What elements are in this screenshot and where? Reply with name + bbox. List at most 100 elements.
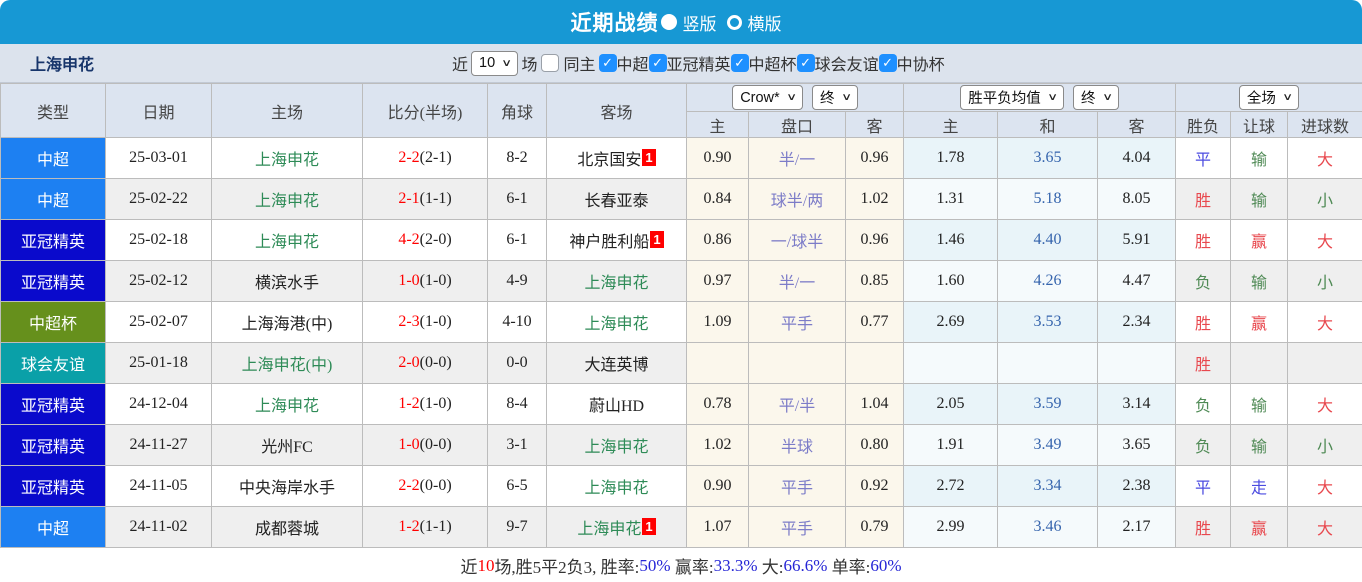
match-type-badge: 中超 [0, 137, 106, 179]
corner-score: 9-7 [487, 506, 547, 548]
col-header-corner: 角球 [487, 83, 547, 138]
odds-type-select[interactable]: 胜平负均值 ∨ [960, 85, 1065, 110]
view-mode-radio-group: 竖版 横版 [660, 10, 792, 35]
ah-away-odds: 0.80 [844, 424, 905, 466]
league-checkbox[interactable]: ✓ [598, 54, 617, 72]
match-type-badge: 中超 [0, 506, 106, 548]
league-checkbox[interactable]: ✓ [730, 54, 749, 72]
ah-home-odds: 1.02 [686, 424, 749, 466]
result-goals: 小 [1287, 424, 1362, 466]
result-wdl: 平 [1175, 137, 1232, 179]
result-wdl: 胜 [1175, 342, 1232, 384]
ah-away-odds: 1.02 [844, 178, 905, 220]
match-date: 24-11-02 [105, 506, 212, 548]
eu-draw-odds: 3.53 [997, 301, 1099, 343]
chevron-down-icon: ∨ [840, 92, 852, 103]
odds-time-select[interactable]: 终 ∨ [1073, 85, 1119, 110]
league-checkbox[interactable]: ✓ [796, 54, 815, 72]
eu-home-odds: 1.60 [903, 260, 999, 302]
table-row: 亚冠精英 25-02-18 上海申花 4-2(2-0) 6-1 神户胜利船 1 0… [0, 219, 1362, 261]
result-wdl: 胜 [1175, 219, 1232, 261]
result-wdl: 胜 [1175, 506, 1232, 548]
league-filter-1[interactable]: ✓ 亚冠精英 [648, 51, 731, 75]
same-home-checkbox[interactable] [540, 54, 559, 72]
result-goals [1287, 342, 1362, 384]
result-goals: 大 [1287, 383, 1362, 425]
eu-away-odds [1097, 342, 1177, 384]
away-team: 上海申花 [546, 424, 687, 466]
corner-score: 8-4 [487, 383, 547, 425]
result-handicap: 赢 [1230, 219, 1289, 261]
away-team: 北京国安 1 [546, 137, 687, 179]
eu-away-odds: 8.05 [1097, 178, 1177, 220]
league-filter-2[interactable]: ✓ 中超杯 [730, 51, 797, 75]
eu-away-odds: 2.17 [1097, 506, 1177, 548]
league-filter-0[interactable]: ✓ 中超 [598, 51, 649, 75]
result-handicap: 输 [1230, 137, 1289, 179]
league-label: 中协杯 [896, 57, 945, 74]
eu-draw-odds: 3.49 [997, 424, 1099, 466]
col-header-ah-home: 主 [686, 111, 749, 138]
ah-away-odds: 0.92 [844, 465, 905, 507]
ah-home-odds: 0.86 [686, 219, 749, 261]
col-header-goals: 进球数 [1287, 111, 1362, 138]
league-filter-3[interactable]: ✓ 球会友谊 [796, 51, 879, 75]
home-team: 上海海港(中) [211, 301, 363, 343]
eu-draw-odds [997, 342, 1099, 384]
eu-draw-odds: 3.46 [997, 506, 1099, 548]
summary-segment: 60% [870, 555, 902, 575]
same-home-filter[interactable]: 同主 [540, 51, 596, 75]
home-team: 中央海岸水手 [211, 465, 363, 507]
league-checkbox[interactable]: ✓ [648, 54, 667, 72]
summary-segment: 50% [639, 555, 671, 575]
result-wdl: 平 [1175, 465, 1232, 507]
match-count-select[interactable]: 10 ∨ [471, 50, 519, 76]
chevron-down-icon: ∨ [501, 57, 513, 69]
match-type-badge: 亚冠精英 [0, 465, 106, 507]
result-handicap: 输 [1230, 424, 1289, 466]
ah-home-odds: 0.78 [686, 383, 749, 425]
eu-draw-odds: 3.59 [997, 383, 1099, 425]
bookmaker-select[interactable]: Crow* ∨ [732, 85, 803, 110]
league-checkbox[interactable]: ✓ [878, 54, 897, 72]
eu-away-odds: 4.04 [1097, 137, 1177, 179]
ah-away-odds: 0.96 [844, 137, 905, 179]
ah-handicap-line: 平手 [748, 506, 846, 548]
match-date: 25-02-12 [105, 260, 212, 302]
match-type-badge: 中超杯 [0, 301, 106, 343]
eu-draw-odds: 4.40 [997, 219, 1099, 261]
col-header-home: 主场 [211, 83, 363, 138]
league-filter-4[interactable]: ✓ 中协杯 [878, 51, 945, 75]
eu-draw-odds: 5.18 [997, 178, 1099, 220]
corner-score: 6-5 [487, 465, 547, 507]
chevron-down-icon: ∨ [1046, 92, 1058, 103]
eu-draw-odds: 4.26 [997, 260, 1099, 302]
horizontal-view-radio[interactable] [726, 14, 742, 30]
result-handicap: 输 [1230, 260, 1289, 302]
red-card-badge: 1 [642, 149, 656, 166]
scope-select[interactable]: 全场 ∨ [1238, 85, 1300, 110]
horizontal-view-label[interactable]: 横版 [748, 10, 782, 35]
eu-home-odds: 2.69 [903, 301, 999, 343]
handicap-section-header: Crow* ∨ 终 ∨ [685, 83, 905, 112]
match-type-badge: 亚冠精英 [0, 219, 106, 261]
result-wdl: 胜 [1175, 301, 1232, 343]
result-handicap: 走 [1230, 465, 1289, 507]
vertical-view-radio[interactable] [660, 14, 677, 30]
team-name: 上海申花 [30, 57, 95, 74]
result-goals: 大 [1287, 219, 1362, 261]
away-team: 上海申花 [546, 465, 687, 507]
league-label: 球会友谊 [814, 57, 879, 74]
result-wdl: 胜 [1175, 178, 1232, 220]
away-team: 蔚山HD [546, 383, 687, 425]
corner-score: 6-1 [487, 178, 547, 220]
vertical-view-label[interactable]: 竖版 [683, 10, 717, 35]
match-date: 25-03-01 [105, 137, 212, 179]
handicap-time-select[interactable]: 终 ∨ [812, 85, 858, 110]
match-date: 25-02-22 [105, 178, 212, 220]
result-goals: 大 [1287, 506, 1362, 548]
table-row: 亚冠精英 24-11-05 中央海岸水手 2-2(0-0) 6-5 上海申花 0… [0, 465, 1362, 507]
col-header-wdl: 胜负 [1175, 111, 1232, 138]
ah-home-odds [686, 342, 749, 384]
near-label: 近 [452, 57, 469, 74]
